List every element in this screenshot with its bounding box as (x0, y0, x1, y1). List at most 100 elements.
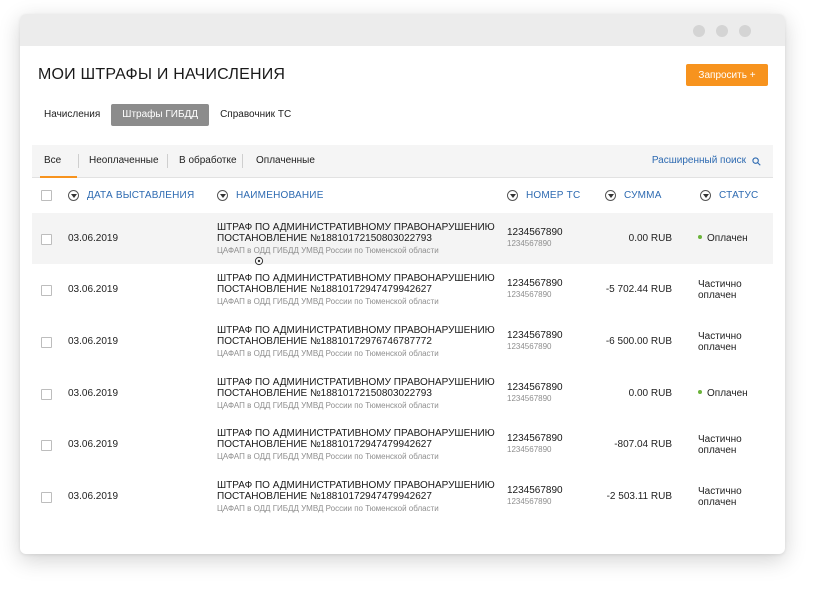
tab-accruals[interactable]: Начисления (33, 104, 111, 126)
filter-divider (78, 154, 79, 168)
column-label-date: ДАТА ВЫСТАВЛЕНИЯ (87, 189, 195, 201)
row-date: 03.06.2019 (68, 284, 119, 295)
sort-chevron-icon[interactable] (605, 189, 616, 201)
row-checkbox[interactable] (41, 492, 52, 503)
row-plate: 1234567890 1234567890 (507, 382, 563, 404)
row-sum: -5 702.44 RUB (605, 284, 672, 295)
filter-divider (242, 154, 243, 168)
filter-tab-processing[interactable]: В обработке (179, 145, 237, 177)
row-checkbox[interactable] (41, 285, 52, 296)
row-status: Частично оплачен (698, 434, 742, 456)
row-sum: -2 503.11 RUB (606, 491, 672, 502)
row-plate: 1234567890 1234567890 (507, 227, 563, 249)
plate-number: 1234567890 (507, 433, 563, 444)
fine-issuer: ЦАФАП в ОДД ГИБДД УМВД России по Тюменск… (217, 452, 439, 461)
window-control-dot[interactable] (739, 25, 751, 37)
filter-tab-unpaid[interactable]: Неоплаченные (89, 145, 159, 177)
column-label-plate: НОМЕР ТС (526, 189, 581, 201)
column-header-name[interactable]: НАИМЕНОВАНИЕ (217, 177, 324, 213)
status-label-line1: Частично (698, 331, 742, 342)
plate-number: 1234567890 (507, 330, 563, 341)
row-name[interactable]: ШТРАФ ПО АДМИНИСТРАТИВНОМУ ПРАВОНАРУШЕНИ… (217, 325, 497, 359)
request-button[interactable]: Запросить + (686, 64, 768, 86)
row-name[interactable]: ШТРАФ ПО АДМИНИСТРАТИВНОМУ ПРАВОНАРУШЕНИ… (217, 480, 497, 514)
column-label-sum: СУММА (624, 189, 662, 201)
section-tabs: Начисления Штрафы ГИБДД Справочник ТС (33, 104, 302, 126)
row-status: Оплачен (698, 388, 748, 399)
table-row[interactable]: 03.06.2019 ШТРАФ ПО АДМИНИСТРАТИВНОМУ ПР… (32, 471, 773, 522)
column-header-status[interactable]: СТАТУС (700, 177, 758, 213)
fine-decree-number: ПОСТАНОВЛЕНИЕ №18810172150803022793 (217, 388, 432, 399)
advanced-search-label: Расширенный поиск (651, 155, 746, 166)
table-row[interactable]: 03.06.2019 ШТРАФ ПО АДМИНИСТРАТИВНОМУ ПР… (32, 264, 773, 315)
row-checkbox[interactable] (41, 337, 52, 348)
column-label-name: НАИМЕНОВАНИЕ (236, 189, 324, 201)
row-name[interactable]: ШТРАФ ПО АДМИНИСТРАТИВНОМУ ПРАВОНАРУШЕНИ… (217, 428, 497, 462)
fine-title: ШТРАФ ПО АДМИНИСТРАТИВНОМУ ПРАВОНАРУШЕНИ… (217, 428, 495, 439)
table-header: ДАТА ВЫСТАВЛЕНИЯ НАИМЕНОВАНИЕ НОМЕР ТС С… (32, 177, 773, 214)
row-status: Оплачен (698, 233, 748, 244)
fine-title: ШТРАФ ПО АДМИНИСТРАТИВНОМУ ПРАВОНАРУШЕНИ… (217, 325, 495, 336)
filter-bar: Все Неоплаченные В обработке Оплаченные … (32, 145, 773, 178)
status-label-line1: Частично (698, 279, 742, 290)
row-date: 03.06.2019 (68, 491, 119, 502)
tab-traffic-fines[interactable]: Штрафы ГИБДД (111, 104, 210, 126)
fine-title: ШТРАФ ПО АДМИНИСТРАТИВНОМУ ПРАВОНАРУШЕНИ… (217, 480, 495, 491)
sort-chevron-icon[interactable] (68, 189, 79, 201)
row-plate: 1234567890 1234567890 (507, 330, 563, 352)
window-control-dot[interactable] (716, 25, 728, 37)
plate-number: 1234567890 (507, 227, 563, 238)
mouse-pointer-icon (254, 256, 264, 266)
sort-chevron-icon[interactable] (507, 189, 518, 201)
column-label-status: СТАТУС (719, 189, 759, 201)
status-dot-icon (698, 390, 702, 395)
column-header-sum[interactable]: СУММА (605, 177, 662, 213)
filter-divider (167, 154, 168, 168)
plate-secondary: 1234567890 (507, 290, 552, 299)
fine-issuer: ЦАФАП в ОДД ГИБДД УМВД России по Тюменск… (217, 401, 439, 410)
table-row[interactable]: 03.06.2019 ШТРАФ ПО АДМИНИСТРАТИВНОМУ ПР… (32, 213, 773, 264)
plate-secondary: 1234567890 (507, 394, 552, 403)
fine-title: ШТРАФ ПО АДМИНИСТРАТИВНОМУ ПРАВОНАРУШЕНИ… (217, 222, 495, 233)
row-sum: 0.00 RUB (628, 233, 672, 244)
row-checkbox[interactable] (41, 389, 52, 400)
row-sum: -807.04 RUB (614, 439, 672, 450)
row-plate: 1234567890 1234567890 (507, 278, 563, 300)
row-name[interactable]: ШТРАФ ПО АДМИНИСТРАТИВНОМУ ПРАВОНАРУШЕНИ… (217, 273, 497, 307)
status-label-line2: оплачен (698, 497, 737, 508)
plate-secondary: 1234567890 (507, 342, 552, 351)
row-checkbox[interactable] (41, 440, 52, 451)
plate-number: 1234567890 (507, 382, 563, 393)
status-dot-icon (698, 235, 702, 240)
table-row[interactable]: 03.06.2019 ШТРАФ ПО АДМИНИСТРАТИВНОМУ ПР… (32, 316, 773, 367)
status-label-line2: оплачен (698, 342, 737, 353)
window-control-dot[interactable] (693, 25, 705, 37)
row-name[interactable]: ШТРАФ ПО АДМИНИСТРАТИВНОМУ ПРАВОНАРУШЕНИ… (217, 377, 497, 411)
column-header-date[interactable]: ДАТА ВЫСТАВЛЕНИЯ (68, 177, 194, 213)
plate-number: 1234567890 (507, 278, 563, 289)
table-row[interactable]: 03.06.2019 ШТРАФ ПО АДМИНИСТРАТИВНОМУ ПР… (32, 368, 773, 419)
filter-tab-paid[interactable]: Оплаченные (256, 145, 315, 177)
fine-decree-number: ПОСТАНОВЛЕНИЕ №18810172947479942627 (217, 284, 432, 295)
row-status: Частично оплачен (698, 331, 742, 353)
row-date: 03.06.2019 (68, 439, 119, 450)
row-status: Частично оплачен (698, 486, 742, 508)
sort-chevron-icon[interactable] (217, 189, 228, 201)
row-sum: 0.00 RUB (628, 388, 672, 399)
status-label-line2: оплачен (698, 445, 737, 456)
row-date: 03.06.2019 (68, 388, 119, 399)
fine-title: ШТРАФ ПО АДМИНИСТРАТИВНОМУ ПРАВОНАРУШЕНИ… (217, 377, 495, 388)
fine-issuer: ЦАФАП в ОДД ГИБДД УМВД России по Тюменск… (217, 246, 439, 255)
column-header-plate[interactable]: НОМЕР ТС (507, 177, 580, 213)
table-row[interactable]: 03.06.2019 ШТРАФ ПО АДМИНИСТРАТИВНОМУ ПР… (32, 419, 773, 470)
sort-chevron-icon[interactable] (700, 189, 711, 201)
row-name[interactable]: ШТРАФ ПО АДМИНИСТРАТИВНОМУ ПРАВОНАРУШЕНИ… (217, 222, 497, 256)
fine-issuer: ЦАФАП в ОДД ГИБДД УМВД России по Тюменск… (217, 349, 439, 358)
fine-issuer: ЦАФАП в ОДД ГИБДД УМВД России по Тюменск… (217, 504, 439, 513)
tab-vehicle-directory[interactable]: Справочник ТС (209, 104, 302, 126)
select-all-checkbox[interactable] (41, 190, 52, 201)
status-label-line2: оплачен (698, 290, 737, 301)
filter-tab-all[interactable]: Все (39, 145, 78, 178)
row-checkbox[interactable] (41, 234, 52, 245)
advanced-search-link[interactable]: Расширенный поиск (652, 145, 761, 177)
